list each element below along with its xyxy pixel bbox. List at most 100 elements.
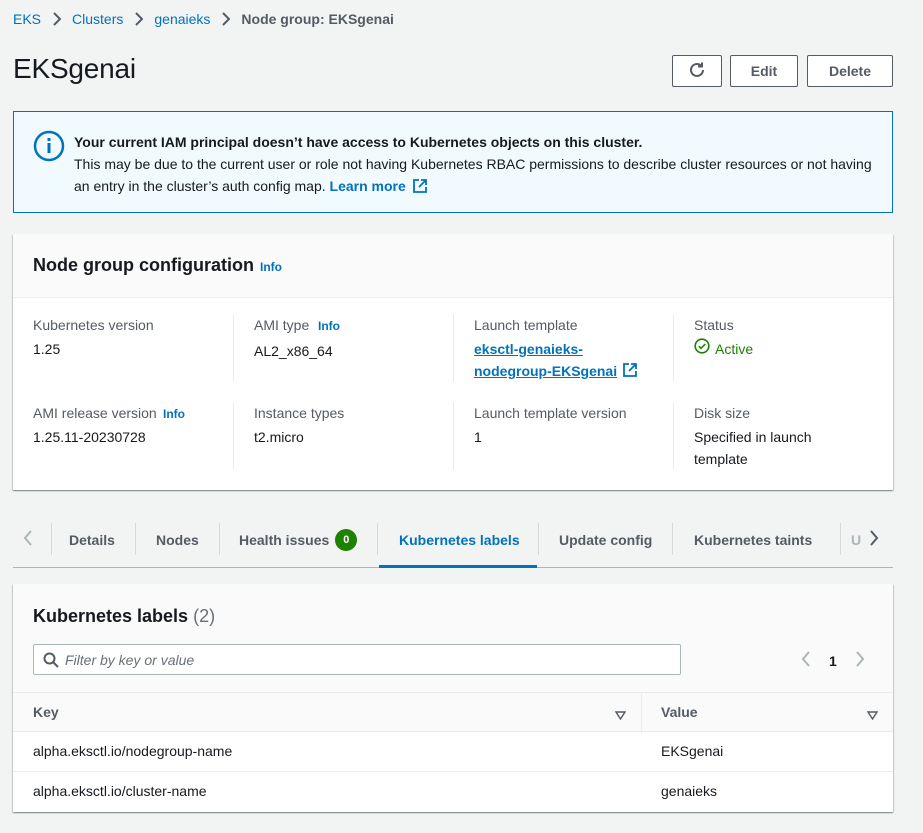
tab-scroll-right-button[interactable] xyxy=(869,512,879,567)
tab-truncated[interactable]: U xyxy=(851,512,861,567)
column-divider xyxy=(233,402,234,470)
kubernetes-version-value: 1.25 xyxy=(33,341,61,357)
breadcrumb-eks[interactable]: EKS xyxy=(13,11,41,27)
delete-button[interactable]: Delete xyxy=(807,55,893,87)
tab-details[interactable]: Details xyxy=(69,512,115,567)
tab-kubernetes-taints[interactable]: Kubernetes taints xyxy=(694,512,812,567)
disk-size-line1: Specified in launch xyxy=(694,429,812,445)
breadcrumb-clusters[interactable]: Clusters xyxy=(72,11,123,27)
panel-header: Kubernetes labels (2) 1 xyxy=(13,584,893,692)
table-row: alpha.eksctl.io/cluster-name genaieks xyxy=(13,772,893,812)
chevron-left-icon xyxy=(23,529,33,550)
ami-release-info-link[interactable]: Info xyxy=(163,407,185,421)
tab-separator xyxy=(538,523,539,555)
column-divider xyxy=(453,402,454,470)
edit-button[interactable]: Edit xyxy=(730,55,798,87)
column-divider xyxy=(673,402,674,470)
page-number-button[interactable]: 1 xyxy=(829,653,837,669)
sort-caret-down-icon[interactable] xyxy=(866,707,879,723)
column-divider xyxy=(673,314,674,382)
sort-caret-down-icon[interactable] xyxy=(614,707,627,723)
next-page-button[interactable] xyxy=(855,651,865,670)
ami-type-info-link[interactable]: Info xyxy=(318,319,340,333)
ami-release-version-label: AMI release version xyxy=(33,405,157,421)
status-text: Active xyxy=(715,341,754,357)
tab-health-issues[interactable]: Health issues 0 xyxy=(239,512,358,567)
learn-more-label: Learn more xyxy=(329,178,406,194)
disk-size-label: Disk size xyxy=(694,405,751,421)
panel-title: Node group configuration xyxy=(33,255,254,275)
info-link[interactable]: Info xyxy=(260,260,282,274)
tab-separator xyxy=(377,523,378,555)
disk-size-line2: template xyxy=(694,451,748,467)
status-value: Active xyxy=(694,338,753,360)
chevron-right-icon xyxy=(869,529,879,550)
tab-scroll-left-button[interactable] xyxy=(23,512,33,567)
tab-kubernetes-labels[interactable]: Kubernetes labels xyxy=(399,512,520,567)
chevron-right-icon xyxy=(221,12,231,26)
info-circle-icon xyxy=(33,130,65,165)
launch-template-label: Launch template xyxy=(474,317,578,333)
node-group-configuration-panel: Node group configuration Info Kubernetes… xyxy=(13,234,893,490)
active-tab-indicator xyxy=(379,565,537,568)
launch-template-line2: nodegroup-EKSgenai xyxy=(474,363,618,379)
disk-size-value: Specified in launch template xyxy=(694,426,812,470)
tab-separator xyxy=(840,523,841,555)
filter-field xyxy=(33,644,681,675)
panel-header: Node group configuration Info xyxy=(13,234,893,298)
labels-count: (2) xyxy=(193,606,216,626)
kubernetes-version-label: Kubernetes version xyxy=(33,317,154,333)
instance-types-label: Instance types xyxy=(254,405,345,421)
chevron-right-icon xyxy=(134,12,144,26)
ami-type-value: AL2_x86_64 xyxy=(254,343,333,359)
labels-title-text: Kubernetes labels xyxy=(33,606,189,626)
launch-template-line1: eksctl-genaieks- xyxy=(474,341,583,357)
health-issues-count-badge: 0 xyxy=(335,528,358,551)
search-icon xyxy=(43,652,59,671)
tab-separator xyxy=(672,523,673,555)
learn-more-link[interactable]: Learn more xyxy=(330,178,427,194)
page-title: EKSgenai xyxy=(13,53,136,84)
launch-template-version-label: Launch template version xyxy=(474,405,627,421)
label-key: alpha.eksctl.io/nodegroup-name xyxy=(33,743,233,759)
chevron-right-icon xyxy=(52,12,62,26)
launch-template-version-value: 1 xyxy=(474,429,482,445)
launch-template-link[interactable]: eksctl-genaieks- nodegroup-EKSgenai xyxy=(474,338,638,382)
status-label: Status xyxy=(694,317,734,333)
kubernetes-labels-panel: Kubernetes labels (2) 1 Key Value alpha.… xyxy=(13,584,893,812)
instance-types-value: t2.micro xyxy=(254,429,304,445)
breadcrumb-current: Node group: EKSgenai xyxy=(241,11,394,27)
filter-input[interactable] xyxy=(65,645,665,674)
tab-update-config[interactable]: Update config xyxy=(559,512,652,567)
external-link-icon xyxy=(410,178,427,194)
table-header-row: Key Value xyxy=(13,692,893,733)
ami-type-label: AMI type xyxy=(254,317,310,333)
column-divider xyxy=(453,314,454,382)
refresh-button[interactable] xyxy=(672,55,722,87)
column-divider xyxy=(233,314,234,382)
column-header-key[interactable]: Key xyxy=(33,704,59,720)
ami-release-version-value: 1.25.11-20230728 xyxy=(33,429,146,445)
alert-content: Your current IAM principal doesn’t have … xyxy=(74,131,874,197)
breadcrumb-cluster-genaieks[interactable]: genaieks xyxy=(154,11,210,27)
status-check-circle-icon xyxy=(694,338,710,360)
breadcrumb: EKS Clusters genaieks Node group: EKSgen… xyxy=(13,11,394,27)
tab-separator xyxy=(219,523,220,555)
info-alert: Your current IAM principal doesn’t have … xyxy=(13,111,893,213)
column-header-value[interactable]: Value xyxy=(661,704,698,720)
alert-body: This may be due to the current user or r… xyxy=(74,156,872,194)
refresh-icon xyxy=(688,61,706,82)
table-row: alpha.eksctl.io/nodegroup-name EKSgenai xyxy=(13,732,893,772)
tab-nodes[interactable]: Nodes xyxy=(156,512,199,567)
tab-separator xyxy=(51,523,52,555)
previous-page-button[interactable] xyxy=(801,651,811,670)
label-value: EKSgenai xyxy=(661,743,724,759)
pagination: 1 xyxy=(801,651,865,670)
tab-health-issues-label: Health issues xyxy=(239,531,330,548)
tab-separator xyxy=(135,523,136,555)
label-value: genaieks xyxy=(661,783,718,799)
external-link-icon xyxy=(617,362,638,380)
label-key: alpha.eksctl.io/cluster-name xyxy=(33,783,207,799)
tab-bar: Details Nodes Health issues 0 Kubernetes… xyxy=(13,512,893,568)
alert-title: Your current IAM principal doesn’t have … xyxy=(74,134,643,150)
